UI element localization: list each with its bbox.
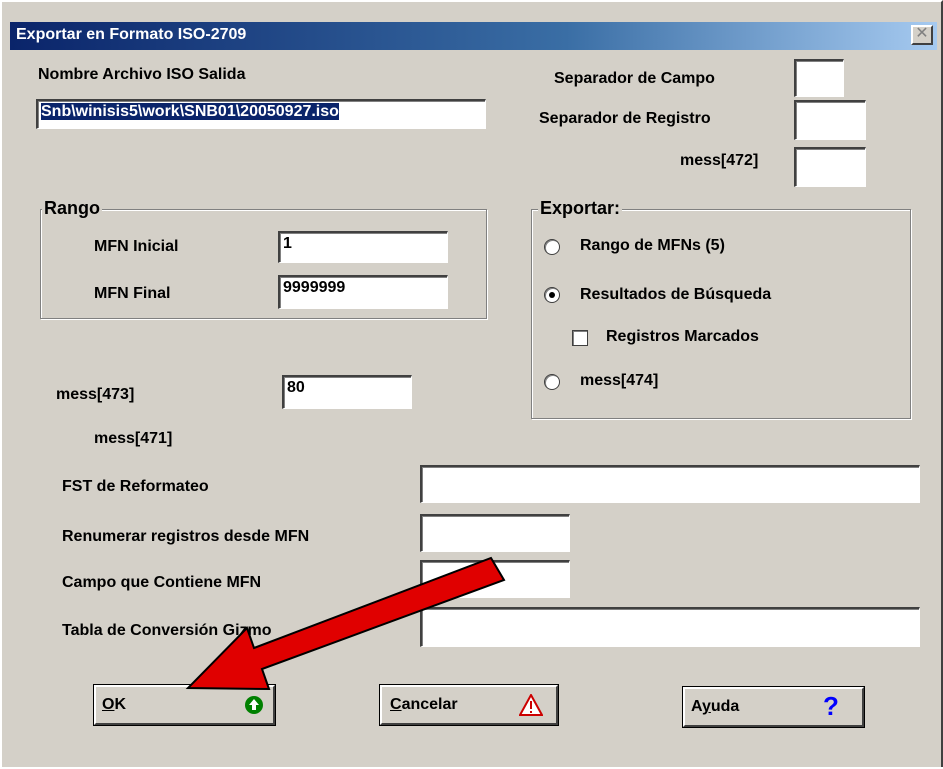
export-dialog: Exportar en Formato ISO-2709 ✕ Nombre Ar… [0,0,943,767]
annotation-arrow-icon [185,556,506,691]
